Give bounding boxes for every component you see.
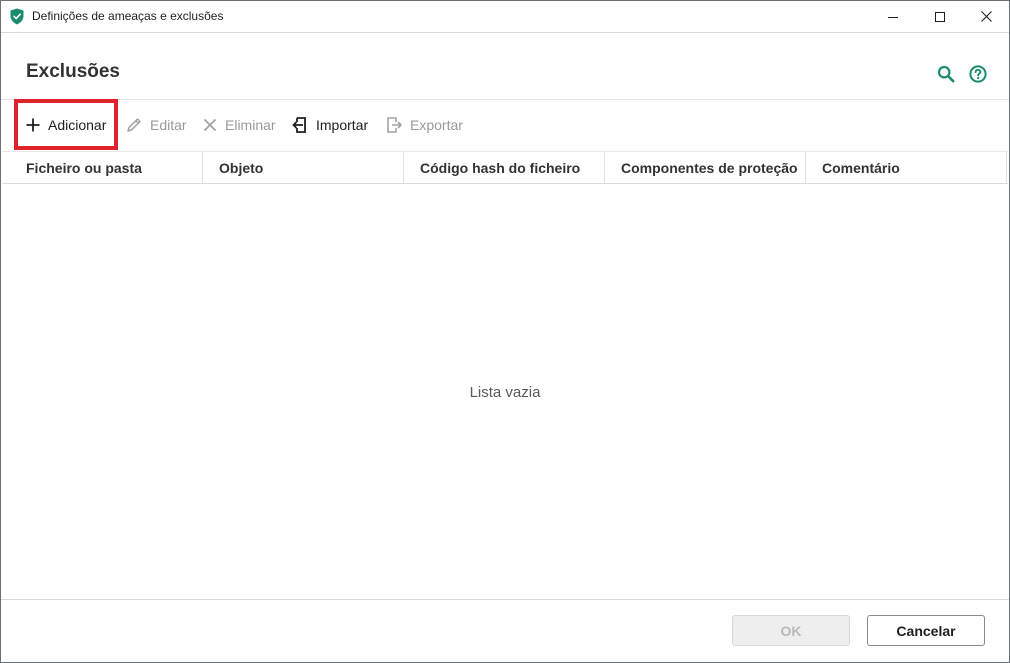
pencil-icon [127,118,141,132]
dialog-window: Definições de ameaças e exclusões Exclus… [0,0,1010,663]
close-icon [980,11,992,22]
empty-list-message: Lista vazia [469,384,541,401]
page-title: Exclusões [26,61,120,82]
window-title: Definições de ameaças e exclusões [32,9,224,23]
maximize-icon [935,11,945,22]
delete-button[interactable]: Eliminar [202,111,276,139]
cancel-button[interactable]: Cancelar [867,615,985,646]
edit-button[interactable]: Editar [125,111,187,139]
search-icon[interactable] [937,65,955,83]
divider [1,32,1009,33]
export-button-label: Exportar [410,117,463,133]
shield-icon [10,8,24,25]
column-header-object[interactable]: Objeto [203,152,403,184]
column-header-protection-components[interactable]: Componentes de proteção [605,152,805,184]
edit-button-label: Editar [150,117,187,133]
x-icon [203,118,217,132]
import-button-label: Importar [316,117,369,133]
minimize-icon [888,16,898,18]
delete-button-label: Eliminar [225,117,276,133]
title-bar: Definições de ameaças e exclusões [1,1,1009,32]
column-divider[interactable] [1006,152,1007,184]
export-button[interactable]: Exportar [385,111,463,139]
help-icon[interactable] [969,65,987,83]
close-button[interactable] [963,1,1009,32]
column-header-file-hash[interactable]: Código hash do ficheiro [404,152,604,184]
divider [1,99,1009,100]
maximize-button[interactable] [917,1,963,32]
export-icon [387,117,402,133]
import-button[interactable]: Importar [291,111,368,139]
import-icon [292,117,306,133]
ok-button[interactable]: OK [732,615,850,646]
table-header: Ficheiro ou pasta Objeto Código hash do … [2,151,1008,184]
divider [1,599,1009,600]
column-header-comment[interactable]: Comentário [806,152,1006,184]
highlight-box [14,99,118,150]
minimize-button[interactable] [870,1,916,32]
column-header-file-or-folder[interactable]: Ficheiro ou pasta [10,152,202,184]
